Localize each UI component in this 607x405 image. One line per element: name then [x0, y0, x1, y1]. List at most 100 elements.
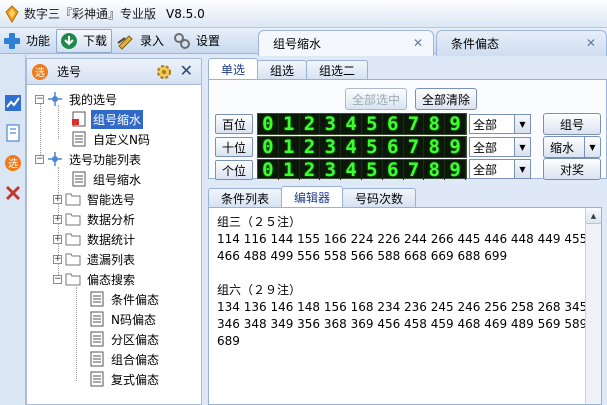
combo-value: 全部 [473, 140, 498, 155]
scroll-up-icon[interactable]: ▲ [586, 208, 601, 224]
tab-condition-list[interactable]: 条件列表 [208, 188, 283, 207]
expand-toggle-icon[interactable]: + [53, 234, 62, 244]
tab-condition-bias[interactable]: 条件偏态 ✕ [436, 30, 607, 56]
digit-7[interactable]: 7 [404, 113, 425, 135]
digit-2[interactable]: 2 [300, 136, 321, 158]
tools-icon[interactable] [3, 183, 23, 203]
tree-node-omission-list[interactable]: + 遗漏列表 [53, 249, 137, 269]
tab-editor[interactable]: 编辑器 [281, 186, 344, 207]
check-prize-button[interactable]: 对奖 [543, 158, 601, 180]
tree-connector [76, 287, 77, 381]
settings-button[interactable]: 设置 [170, 29, 224, 53]
tree-node-group-shrink-selected[interactable]: 组号缩水 [71, 109, 144, 129]
version-label: V8.5.0 [166, 6, 205, 21]
digit-2[interactable]: 2 [300, 159, 321, 181]
clear-all-button[interactable]: 全部清除 [415, 88, 477, 110]
group-number-button[interactable]: 组号 [543, 113, 601, 135]
tree-node-bias-search[interactable]: − 偏态搜索 [53, 269, 137, 289]
digit-3[interactable]: 3 [320, 159, 342, 181]
digit-9[interactable]: 9 [445, 136, 466, 158]
digit-0[interactable]: 0 [258, 136, 279, 158]
tens-filter-select[interactable]: 全部 ▼ [469, 137, 531, 157]
close-tab-icon[interactable]: ✕ [586, 36, 596, 50]
digit-0[interactable]: 0 [258, 159, 279, 181]
digit-4[interactable]: 4 [341, 159, 362, 181]
dropdown-arrow-icon[interactable]: ▼ [584, 137, 600, 157]
units-filter-select[interactable]: 全部 ▼ [469, 159, 531, 179]
tree-node-smart-select[interactable]: + 智能选号 [53, 189, 137, 209]
digit-5[interactable]: 5 [362, 159, 383, 181]
units-position-button[interactable]: 个位 [215, 160, 253, 180]
collapse-toggle-icon[interactable]: − [53, 274, 62, 284]
digit-8[interactable]: 8 [424, 113, 446, 135]
hundreds-position-button[interactable]: 百位 [215, 114, 253, 134]
collapse-toggle-icon[interactable]: − [35, 154, 44, 164]
digit-3[interactable]: 3 [320, 113, 342, 135]
digit-4[interactable]: 4 [341, 113, 362, 135]
digit-7[interactable]: 7 [404, 159, 425, 181]
filter-icon[interactable] [3, 123, 23, 143]
digit-9[interactable]: 9 [445, 113, 466, 135]
tree-node-condition-bias[interactable]: 条件偏态 [89, 289, 161, 309]
tab-group-two[interactable]: 组选二 [306, 60, 369, 79]
tree-node-custom-n[interactable]: 自定义N码 [71, 129, 152, 149]
expand-toggle-icon[interactable]: + [53, 194, 62, 204]
chart-icon[interactable] [3, 93, 23, 113]
expand-toggle-icon[interactable]: + [53, 254, 62, 264]
tree-node-compound-bias[interactable]: 复式偏态 [89, 369, 161, 389]
tree-node-zone-bias[interactable]: 分区偏态 [89, 329, 161, 349]
function-button[interactable]: 功能 [0, 29, 54, 53]
tab-group-shrink[interactable]: 组号缩水 ✕ [258, 30, 434, 56]
digit-5[interactable]: 5 [362, 113, 383, 135]
tree-node-group-shrink[interactable]: 组号缩水 [71, 169, 143, 189]
tab-single[interactable]: 单选 [208, 58, 259, 79]
dropdown-arrow-icon[interactable]: ▼ [514, 115, 530, 133]
document-icon [90, 351, 104, 367]
folder-open-icon [65, 273, 81, 286]
tree-node-combo-bias[interactable]: 组合偏态 [89, 349, 161, 369]
shrink-button[interactable]: 缩水 ▼ [543, 136, 601, 158]
digit-6[interactable]: 6 [383, 113, 404, 135]
tab-number-count[interactable]: 号码次数 [342, 188, 417, 207]
hundreds-filter-select[interactable]: 全部 ▼ [469, 114, 531, 134]
digit-6[interactable]: 6 [383, 159, 404, 181]
editor-textarea[interactable]: 组三（２５注） 114 116 144 155 166 224 226 244 … [208, 207, 602, 405]
digit-7[interactable]: 7 [404, 136, 425, 158]
gear-icon[interactable] [155, 63, 173, 84]
close-tab-icon[interactable]: ✕ [413, 36, 423, 50]
tree-node-data-stats[interactable]: + 数据统计 [53, 229, 137, 249]
digit-0[interactable]: 0 [258, 113, 279, 135]
tab-group[interactable]: 组选 [257, 60, 308, 79]
units-digit-row: 0 1 2 3 4 5 6 7 8 9 [257, 159, 467, 181]
dropdown-arrow-icon[interactable]: ▼ [514, 138, 530, 156]
select-all-button[interactable]: 全部选中 [345, 88, 407, 110]
digit-8[interactable]: 8 [424, 136, 446, 158]
hundreds-digit-row: 0 1 2 3 4 5 6 7 8 9 [257, 113, 467, 135]
digit-8[interactable]: 8 [424, 159, 446, 181]
tree-node-my-select[interactable]: − 我的选号 [35, 89, 119, 109]
digit-2[interactable]: 2 [300, 113, 321, 135]
tree-node-data-analysis[interactable]: + 数据分析 [53, 209, 137, 229]
digit-4[interactable]: 4 [341, 136, 362, 158]
digit-1[interactable]: 1 [279, 136, 300, 158]
digit-3[interactable]: 3 [320, 136, 342, 158]
digit-6[interactable]: 6 [383, 136, 404, 158]
group6-header: 组六（２９注） [217, 283, 302, 297]
tree-node-function-list[interactable]: − 选号功能列表 [35, 149, 143, 169]
download-button[interactable]: 下载 [56, 28, 113, 53]
digit-1[interactable]: 1 [279, 113, 300, 135]
vertical-scrollbar[interactable]: ▲ [585, 208, 601, 404]
input-button[interactable]: 录入 [114, 29, 168, 53]
digit-9[interactable]: 9 [445, 159, 466, 181]
tree-node-n-bias[interactable]: N码偏态 [89, 309, 158, 329]
expand-toggle-icon[interactable]: + [53, 214, 62, 224]
tens-position-button[interactable]: 十位 [215, 137, 253, 157]
collapse-toggle-icon[interactable]: − [35, 94, 44, 104]
close-panel-icon[interactable]: ✕ [180, 61, 193, 80]
digit-1[interactable]: 1 [279, 159, 300, 181]
select-number-icon[interactable]: 选 [3, 153, 23, 173]
dropdown-arrow-icon[interactable]: ▼ [514, 160, 530, 178]
select-number-icon: 选 [32, 63, 48, 80]
digit-5[interactable]: 5 [362, 136, 383, 158]
pen-icon [116, 31, 136, 51]
